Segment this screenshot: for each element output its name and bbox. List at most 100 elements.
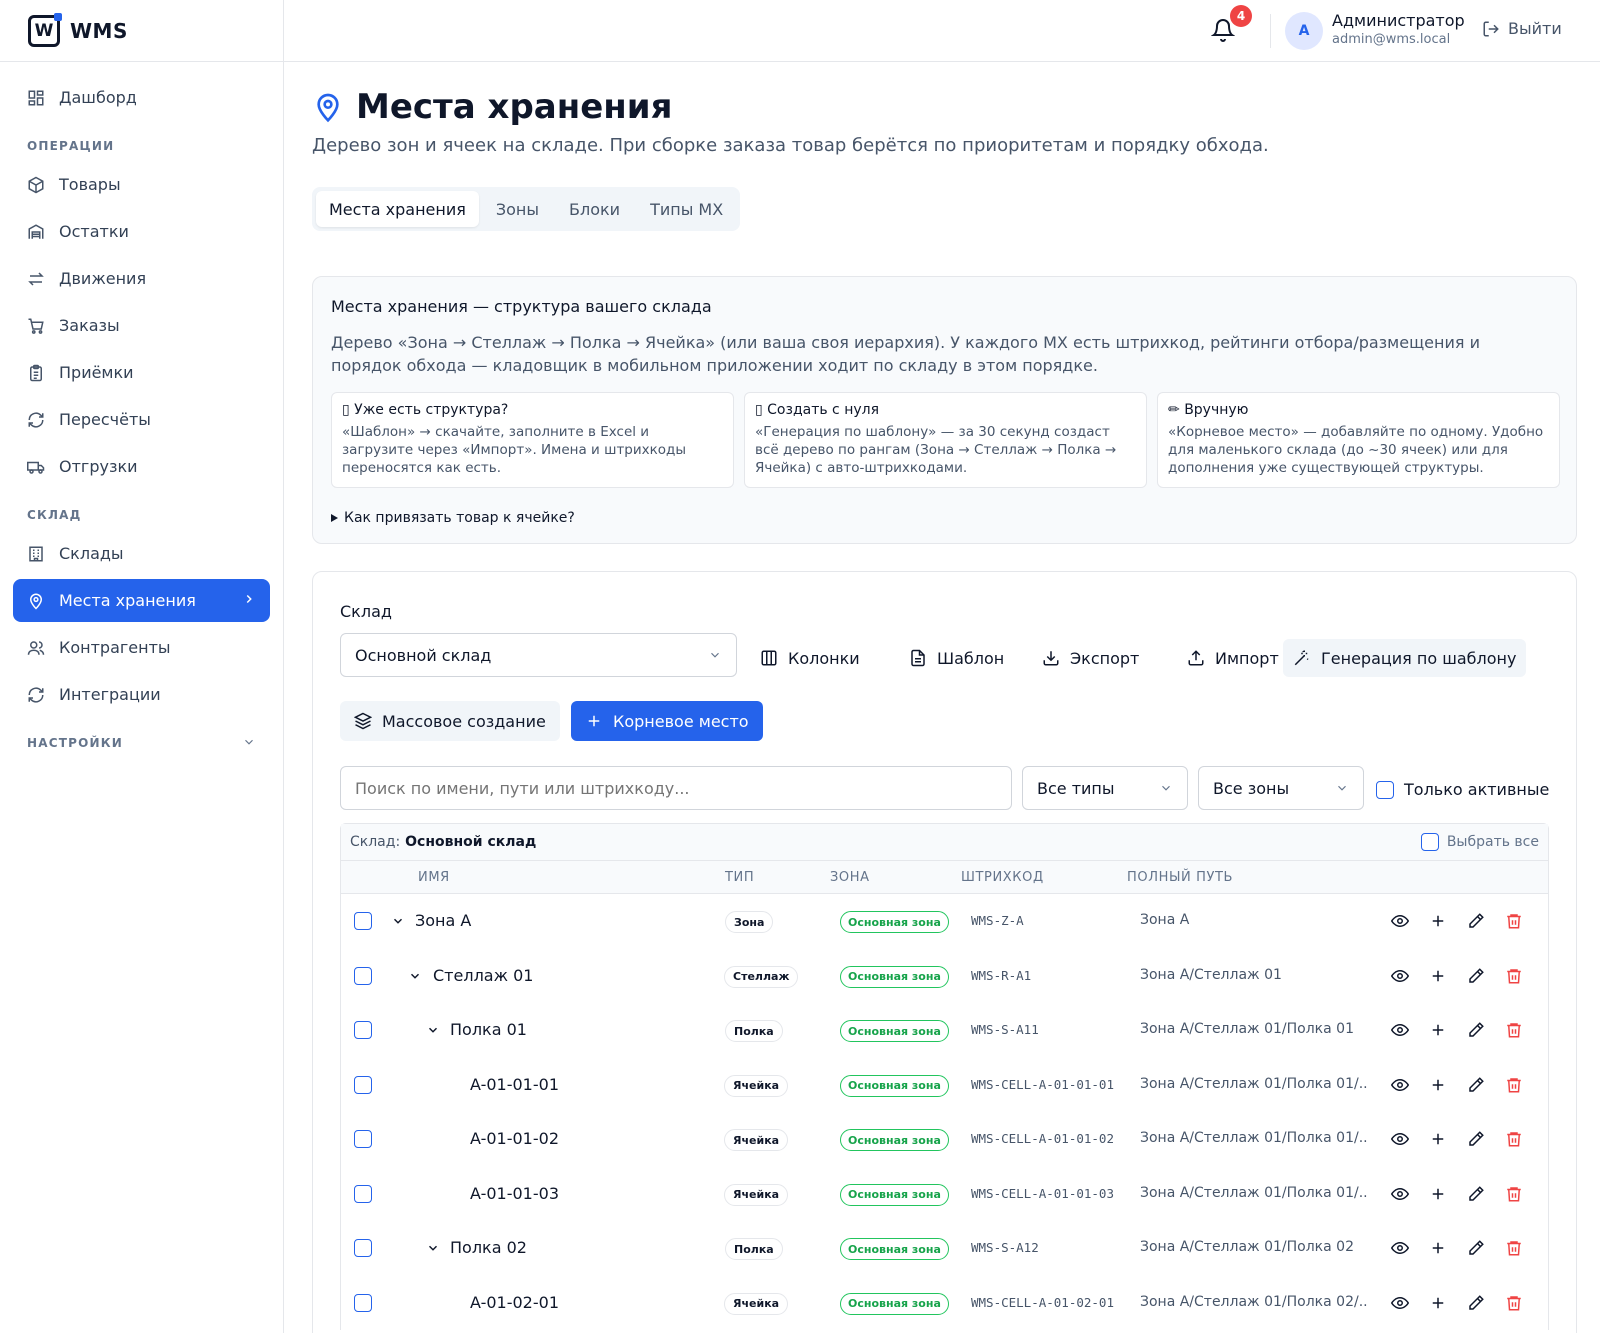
sidebar-item-label: Дашборд	[59, 88, 137, 107]
row-path: Зона А/Стеллаж 01/Полка 02/...	[1140, 1293, 1368, 1310]
sidebar-item-dashboard[interactable]: Дашборд	[13, 76, 270, 119]
trash-icon[interactable]	[1505, 1239, 1523, 1257]
eye-icon[interactable]	[1391, 1021, 1409, 1039]
pencil-icon[interactable]	[1467, 1076, 1485, 1094]
plus-icon[interactable]	[1429, 1021, 1447, 1039]
column-header-barcode[interactable]: ШТРИХКОД	[961, 870, 1044, 885]
plus-icon[interactable]	[1429, 912, 1447, 930]
trash-icon[interactable]	[1505, 1294, 1523, 1312]
sidebar-item-stock[interactable]: Остатки	[13, 210, 270, 253]
tab-storage-places[interactable]: Места хранения	[316, 191, 479, 227]
logout-button[interactable]: Выйти	[1482, 19, 1562, 38]
column-header-name[interactable]: ИМЯ	[418, 870, 450, 885]
chevron-down-icon[interactable]	[391, 914, 405, 928]
sidebar-item-orders[interactable]: Заказы	[13, 304, 270, 347]
bulk-create-button[interactable]: Массовое создание	[340, 701, 560, 741]
sidebar-section-warehouse: СКЛАД	[27, 508, 82, 522]
pencil-icon[interactable]	[1467, 1294, 1485, 1312]
logo[interactable]: W WMS	[0, 0, 283, 62]
sidebar-item-shipments[interactable]: Отгрузки	[13, 445, 270, 488]
table-row[interactable]: Стеллаж 01 Стеллаж Основная зона WMS-R-A1 Зо…	[341, 949, 1548, 1004]
zone-filter-select[interactable]: Все зоны	[1198, 766, 1364, 810]
select-all-checkbox[interactable]	[1420, 833, 1439, 851]
only-active-toggle[interactable]: Только активные	[1376, 780, 1549, 799]
warehouse-select[interactable]: Основной склад	[340, 633, 737, 677]
table-row[interactable]: A-01-01-02 Ячейка Основная зона WMS-CELL-A-…	[341, 1112, 1548, 1167]
eye-icon[interactable]	[1391, 1294, 1409, 1312]
export-button[interactable]: Экспорт	[1032, 639, 1149, 677]
row-checkbox[interactable]	[354, 1293, 372, 1312]
row-checkbox[interactable]	[354, 912, 372, 930]
row-path: Зона А/Стеллаж 01/Полка 01/...	[1140, 1184, 1368, 1201]
trash-icon[interactable]	[1505, 1185, 1523, 1203]
column-header-type[interactable]: ТИП	[725, 870, 754, 885]
import-button[interactable]: Импорт	[1177, 639, 1289, 677]
column-header-zone[interactable]: ЗОНА	[830, 870, 870, 885]
eye-icon[interactable]	[1391, 1239, 1409, 1257]
tab-zones[interactable]: Зоны	[483, 191, 552, 227]
plus-icon[interactable]	[1429, 1185, 1447, 1203]
plus-icon[interactable]	[1429, 967, 1447, 985]
select-all-toggle[interactable]: Выбрать все	[1420, 833, 1539, 851]
type-filter-value: Все типы	[1037, 778, 1115, 798]
sidebar-section-settings[interactable]: НАСТРОЙКИ	[13, 720, 270, 760]
pencil-icon[interactable]	[1467, 1185, 1485, 1203]
tab-place-types[interactable]: Типы МХ	[637, 191, 736, 227]
table-row[interactable]: Полка 01 Полка Основная зона WMS-S-A11 Зона …	[341, 1003, 1548, 1058]
sidebar-item-receipts[interactable]: Приёмки	[13, 351, 270, 394]
avatar[interactable]: A	[1285, 12, 1323, 50]
sidebar-item-counterparties[interactable]: Контрагенты	[13, 626, 270, 669]
details-toggle[interactable]: Как привязать товар к ячейке?	[331, 510, 575, 526]
plus-icon[interactable]	[1429, 1294, 1447, 1312]
chevron-down-icon[interactable]	[426, 1023, 440, 1037]
pencil-icon[interactable]	[1467, 912, 1485, 930]
sidebar-item-warehouses[interactable]: Склады	[13, 532, 270, 575]
template-button[interactable]: Шаблон	[899, 639, 1014, 677]
triangle-right-icon	[331, 514, 338, 522]
trash-icon[interactable]	[1505, 1076, 1523, 1094]
table-row[interactable]: Зона А Зона Основная зона WMS-Z-A Зона А	[341, 894, 1548, 949]
card-text: «Корневое место» — добавляйте по одному.…	[1168, 424, 1544, 476]
columns-button[interactable]: Колонки	[750, 639, 870, 677]
eye-icon[interactable]	[1391, 1130, 1409, 1148]
trash-icon[interactable]	[1505, 912, 1523, 930]
plus-icon[interactable]	[1429, 1130, 1447, 1148]
row-checkbox[interactable]	[354, 1130, 372, 1148]
column-header-path[interactable]: ПОЛНЫЙ ПУТЬ	[1127, 870, 1233, 885]
row-checkbox[interactable]	[354, 966, 372, 985]
row-checkbox[interactable]	[354, 1021, 372, 1039]
sidebar-item-products[interactable]: Товары	[13, 163, 270, 206]
type-filter-select[interactable]: Все типы	[1022, 766, 1188, 810]
chevron-down-icon[interactable]	[408, 969, 422, 983]
row-checkbox[interactable]	[354, 1075, 372, 1094]
trash-icon[interactable]	[1505, 1021, 1523, 1039]
pencil-icon[interactable]	[1467, 1130, 1485, 1148]
plus-icon[interactable]	[1429, 1239, 1447, 1257]
trash-icon[interactable]	[1505, 967, 1523, 985]
only-active-checkbox[interactable]	[1376, 780, 1394, 799]
tab-blocks[interactable]: Блоки	[556, 191, 633, 227]
eye-icon[interactable]	[1391, 1185, 1409, 1203]
table-row[interactable]: A-01-01-01 Ячейка Основная зона WMS-CELL-A-…	[341, 1058, 1548, 1113]
eye-icon[interactable]	[1391, 912, 1409, 930]
search-input[interactable]	[340, 766, 1012, 810]
root-place-button[interactable]: Корневое место	[571, 701, 763, 741]
row-checkbox[interactable]	[354, 1239, 372, 1257]
generate-button[interactable]: Генерация по шаблону	[1283, 639, 1527, 677]
eye-icon[interactable]	[1391, 1076, 1409, 1094]
pencil-icon[interactable]	[1467, 967, 1485, 985]
chevron-down-icon[interactable]	[426, 1241, 440, 1255]
plus-icon[interactable]	[1429, 1076, 1447, 1094]
table-row[interactable]: A-01-02-01 Ячейка Основная зона WMS-CELL-A-…	[341, 1276, 1548, 1331]
pencil-icon[interactable]	[1467, 1239, 1485, 1257]
eye-icon[interactable]	[1391, 967, 1409, 985]
table-row[interactable]: A-01-01-03 Ячейка Основная зона WMS-CELL-A-…	[341, 1167, 1548, 1222]
sidebar-item-integrations[interactable]: Интеграции	[13, 673, 270, 716]
sidebar-item-movements[interactable]: Движения	[13, 257, 270, 300]
pencil-icon[interactable]	[1467, 1021, 1485, 1039]
trash-icon[interactable]	[1505, 1130, 1523, 1148]
sidebar-item-recounts[interactable]: Пересчёты	[13, 398, 270, 441]
table-row[interactable]: Полка 02 Полка Основная зона WMS-S-A12 Зона …	[341, 1221, 1548, 1276]
row-checkbox[interactable]	[354, 1184, 372, 1203]
sidebar-item-storage-places[interactable]: Места хранения	[13, 579, 270, 622]
